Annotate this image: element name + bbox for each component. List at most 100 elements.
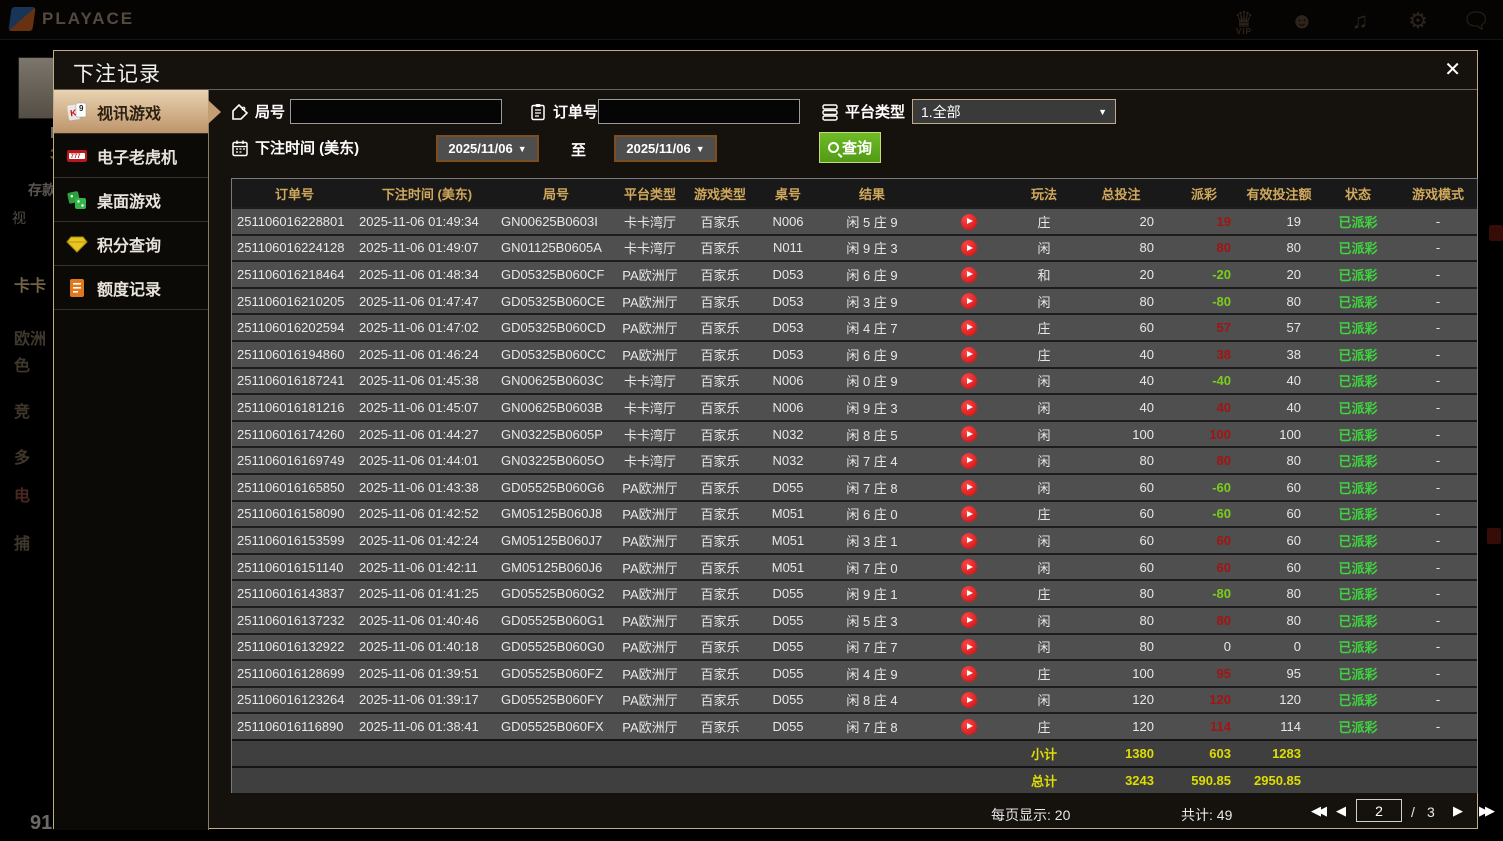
bet-time-label: 下注时间 (美东): [255, 140, 360, 157]
subtotal-valid-bet: 1283: [1272, 745, 1301, 761]
cell-bet-type: 闲: [1037, 454, 1051, 470]
grand-total-bet: 3243: [1125, 772, 1154, 788]
chevron-down-icon: ▼: [695, 143, 705, 154]
replay-play-icon[interactable]: [961, 718, 977, 735]
replay-play-icon[interactable]: [961, 399, 977, 416]
tab-table-games[interactable]: 桌面游戏: [54, 178, 208, 222]
next-page-button[interactable]: ▶: [1453, 803, 1463, 819]
cell-platform: PA欧洲厅: [622, 507, 678, 523]
cell-result: 闲 4 庄 7: [846, 321, 898, 337]
cell-status: 已派彩: [1338, 587, 1378, 603]
replay-play-icon[interactable]: [961, 452, 977, 469]
cell-order-id: 251106016224128: [237, 240, 345, 256]
cell-game-type: 百家乐: [700, 480, 740, 496]
replay-play-icon[interactable]: [961, 532, 977, 549]
cell-bet-type: 庄: [1037, 321, 1051, 337]
cell-game-type: 百家乐: [700, 507, 740, 523]
cell-total-bet: 60: [1139, 479, 1154, 495]
tab-points-inquiry[interactable]: 积分查询: [54, 222, 208, 266]
page-number-input[interactable]: [1356, 799, 1402, 822]
cell-round-number: GM05125B060J8: [501, 506, 603, 522]
cell-table-number: D055: [772, 639, 804, 655]
replay-play-icon[interactable]: [961, 373, 977, 390]
replay-play-icon[interactable]: [961, 506, 977, 523]
table-row: 251106016194860 2025-11-06 01:46:24 GD05…: [232, 339, 1477, 367]
dialog-content: 局号 订单号 平台类型 1.全部 ▼ 下注时间 (美东) 2025/11/06 …: [210, 90, 1495, 830]
replay-play-icon[interactable]: [961, 559, 977, 576]
tab-credit-records[interactable]: 额度记录: [54, 266, 208, 310]
cell-platform: PA欧洲厅: [622, 267, 678, 283]
cell-table-number: M051: [771, 559, 805, 575]
first-page-button[interactable]: ◀◀: [1311, 803, 1327, 819]
cell-payout: 100: [1209, 426, 1231, 442]
replay-play-icon[interactable]: [961, 639, 977, 656]
tab-video-games[interactable]: K9 视讯游戏: [54, 90, 221, 134]
replay-play-icon[interactable]: [961, 293, 977, 310]
cell-bet-type: 庄: [1037, 587, 1051, 603]
cell-payout: 19: [1216, 213, 1231, 229]
cell-payout: 40: [1216, 399, 1231, 415]
date-to-picker[interactable]: 2025/11/06 ▼: [614, 135, 717, 162]
cell-payout: 60: [1216, 559, 1231, 575]
date-from-picker[interactable]: 2025/11/06 ▼: [436, 135, 539, 162]
cell-platform: PA欧洲厅: [622, 640, 678, 656]
replay-play-icon[interactable]: [961, 612, 977, 629]
cell-platform: PA欧洲厅: [622, 533, 678, 549]
cell-order-id: 251106016194860: [237, 346, 345, 362]
replay-play-icon[interactable]: [961, 426, 977, 443]
replay-play-icon[interactable]: [961, 665, 977, 682]
tab-slot-machines[interactable]: 777 电子老虎机: [54, 134, 208, 178]
cell-total-bet: 60: [1139, 320, 1154, 336]
replay-play-icon[interactable]: [961, 240, 977, 257]
cell-result: 闲 9 庄 3: [846, 241, 898, 257]
cell-round-number: GN03225B0605O: [501, 453, 605, 469]
cell-table-number: N032: [772, 426, 804, 442]
col-header-table: 桌号: [774, 186, 801, 202]
replay-play-icon[interactable]: [961, 479, 977, 496]
replay-play-icon[interactable]: [961, 266, 977, 283]
cell-total-bet: 20: [1139, 213, 1154, 229]
prev-page-button[interactable]: ◀: [1336, 803, 1346, 819]
platform-type-value: 1.全部: [921, 103, 961, 120]
cell-valid-bet: 60: [1286, 559, 1301, 575]
chevron-down-icon: ▼: [1098, 106, 1107, 117]
cell-total-bet: 100: [1132, 665, 1154, 681]
round-number-input[interactable]: [290, 99, 502, 124]
cell-bet-type: 庄: [1037, 720, 1051, 736]
search-button[interactable]: 查询: [819, 132, 881, 163]
cell-payout: 57: [1216, 320, 1231, 336]
cell-valid-bet: 0: [1293, 639, 1301, 655]
cell-total-bet: 60: [1139, 532, 1154, 548]
cell-replay: [923, 479, 1015, 496]
col-header-time: 下注时间 (美东): [381, 186, 473, 202]
replay-play-icon[interactable]: [961, 346, 977, 363]
table-row: 251106016132922 2025-11-06 01:40:18 GD05…: [232, 632, 1477, 660]
dialog-title: 下注记录: [73, 63, 161, 86]
order-number-input[interactable]: [598, 99, 800, 124]
cell-bet-type: 庄: [1037, 666, 1051, 682]
cell-bet-time: 2025-11-06 01:49:07: [359, 240, 479, 256]
replay-play-icon[interactable]: [961, 692, 977, 709]
replay-play-icon[interactable]: [961, 213, 977, 230]
subtotal-total-bet: 1380: [1125, 745, 1154, 761]
cell-result: 闲 5 庄 9: [846, 214, 898, 230]
total-count-label: 共计: 49: [1181, 807, 1233, 823]
cell-bet-time: 2025-11-06 01:46:24: [359, 346, 479, 362]
replay-play-icon[interactable]: [961, 585, 977, 602]
cell-result: 闲 8 庄 4: [846, 693, 898, 709]
platform-type-select[interactable]: 1.全部 ▼: [912, 99, 1116, 124]
cell-order-id: 251106016218464: [237, 266, 345, 282]
cell-valid-bet: 60: [1286, 479, 1301, 495]
clipboard-icon: [531, 103, 545, 120]
cell-game-mode: -: [1435, 373, 1441, 389]
cell-bet-type: 闲: [1037, 241, 1051, 257]
cell-valid-bet: 40: [1286, 399, 1301, 415]
table-row: 251106016202594 2025-11-06 01:47:02 GD05…: [232, 313, 1477, 340]
close-icon[interactable]: ✕: [1444, 60, 1461, 80]
tab-label: 积分查询: [97, 237, 162, 255]
cell-status: 已派彩: [1338, 347, 1378, 363]
cell-total-bet: 80: [1139, 612, 1154, 628]
tab-label: 桌面游戏: [97, 193, 162, 211]
replay-play-icon[interactable]: [961, 319, 977, 336]
last-page-button[interactable]: ▶▶: [1479, 803, 1495, 819]
